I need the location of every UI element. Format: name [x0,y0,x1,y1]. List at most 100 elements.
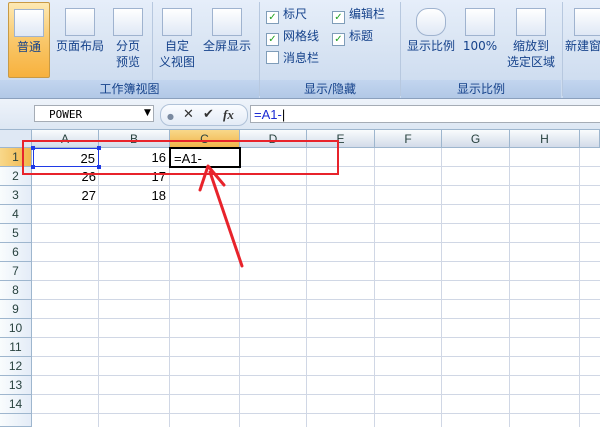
enter-icon[interactable]: ✔ [203,107,214,123]
row-header-6[interactable]: 6 [0,243,32,262]
cell-a3[interactable]: 27 [33,186,99,205]
new-window-label: 新建窗 [565,39,600,53]
gridline [32,337,600,338]
column-header-g[interactable]: G [442,130,510,148]
zoom-selection-icon [516,8,546,36]
full-screen-button[interactable]: 全屏显示 [199,2,255,76]
gridline [32,356,600,357]
normal-view-button[interactable]: 普通 [8,2,50,78]
row-header-2[interactable]: 2 [0,167,32,186]
page-layout-icon [65,8,95,36]
cancel-icon[interactable]: ✕ [183,107,194,123]
gridline [32,318,600,319]
magnifier-icon [416,8,446,36]
column-header-c[interactable]: C [170,130,240,148]
page-break-label-2: 预览 [115,55,140,69]
row-header-9[interactable]: 9 [0,300,32,319]
gridline [32,375,600,376]
gridline [32,223,600,224]
check-icon: ✓ [332,11,345,24]
page-layout-button[interactable]: 页面布局 [52,2,108,76]
gridline [579,148,580,427]
gridline [374,148,375,427]
row-header-5[interactable]: 5 [0,224,32,243]
column-header-a[interactable]: A [32,130,99,148]
name-box[interactable]: POWER [34,105,154,122]
cell-b1[interactable]: 16 [99,148,169,167]
gridline [306,148,307,427]
zoom-100-button[interactable]: 100% [461,2,499,76]
check-icon: ✓ [266,33,279,46]
custom-views-button[interactable]: 自定 义视图 [156,2,198,76]
row-header-13[interactable]: 13 [0,376,32,395]
page-break-label-1: 分页 [115,39,140,53]
gridline [169,148,170,427]
formula-bar-label: 编辑栏 [349,7,386,21]
normal-view-label: 普通 [16,40,41,54]
ruler-label: 标尺 [283,7,308,21]
row-header-1[interactable]: 1 [0,148,32,167]
column-header-f[interactable]: F [375,130,442,148]
cell-a1[interactable]: 25 [33,148,99,167]
row-header-7[interactable]: 7 [0,262,32,281]
page-layout-label: 页面布局 [55,39,104,53]
column-header-h[interactable]: H [510,130,580,148]
row-header-3[interactable]: 3 [0,186,32,205]
row-header-15[interactable] [0,414,32,427]
row-header-14[interactable]: 14 [0,395,32,414]
row-header-4[interactable]: 4 [0,205,32,224]
group-zoom: 显示比例 100% 缩放到 选定区域 显示比例 [401,0,561,98]
cell-c1-active[interactable]: =A1- [169,147,241,168]
empty-box-icon [266,51,279,64]
group-window: 新建窗 [563,0,600,98]
row-header-8[interactable]: 8 [0,281,32,300]
zoom-selection-label-1: 缩放到 [512,39,549,53]
message-bar-checkbox[interactable]: 消息栏 [266,50,319,66]
zoom-100-icon [465,8,495,36]
gridline [32,394,600,395]
page-break-preview-button[interactable]: 分页 预览 [110,2,146,76]
custom-views-label-2: 义视图 [158,55,195,69]
row-header-11[interactable]: 11 [0,338,32,357]
gridline [32,242,600,243]
insert-function-icon[interactable]: fx [223,107,234,123]
row-header-10[interactable]: 10 [0,319,32,338]
custom-views-label-1: 自定 [164,39,189,53]
ruler-checkbox[interactable]: ✓ 标尺 [266,6,307,24]
zoom-to-selection-button[interactable]: 缩放到 选定区域 [503,2,559,76]
workbook-views-group-label: 工作簿视图 [0,80,259,98]
gridline [32,299,600,300]
gridline [32,261,600,262]
grip-icon: ● [167,112,174,121]
dropdown-arrow-icon[interactable]: ▼ [144,108,151,118]
zoom-label: 显示比例 [406,39,455,53]
custom-views-icon [162,8,192,36]
new-window-button[interactable]: 新建窗 [565,2,600,76]
zoom-button[interactable]: 显示比例 [403,2,459,76]
formula-bar-checkbox[interactable]: ✓ 编辑栏 [332,6,385,24]
gridlines-checkbox[interactable]: ✓ 网格线 [266,28,319,46]
formula-text: =A1- [254,107,282,122]
page-break-preview-icon [113,8,143,36]
headings-checkbox[interactable]: ✓ 标题 [332,28,373,46]
message-bar-label: 消息栏 [283,51,320,65]
cell-a2[interactable]: 26 [33,167,99,186]
zoom-group-label: 显示比例 [401,80,561,98]
cell-b2[interactable]: 17 [99,167,169,186]
group-workbook-views: 普通 页面布局 分页 预览 自定 义视图 全屏显示 工作簿视图 [0,0,259,98]
text-cursor: | [281,107,286,122]
cell-b3[interactable]: 18 [99,186,169,205]
group-show-hide: ✓ 标尺 ✓ 编辑栏 ✓ 网格线 ✓ 标题 消息栏 显示/隐藏 [260,0,400,98]
gridlines-label: 网格线 [283,29,320,43]
row-header-12[interactable]: 12 [0,357,32,376]
select-all-corner[interactable] [0,130,32,148]
zoom-100-label: 100% [462,39,498,53]
column-header-e[interactable]: E [307,130,375,148]
check-icon: ✓ [266,11,279,24]
column-header-b[interactable]: B [99,130,170,148]
column-header-i[interactable] [580,130,600,148]
formula-input[interactable]: =A1-| [250,105,600,123]
reference-handle [31,146,35,150]
column-header-d[interactable]: D [240,130,307,148]
gridline [32,280,600,281]
